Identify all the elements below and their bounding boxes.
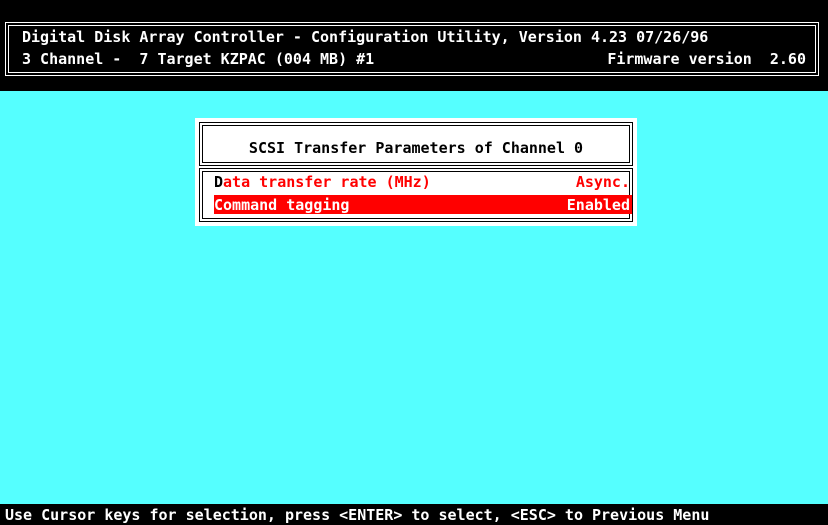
hotkey-letter: C [214, 196, 224, 214]
title-bar: Digital Disk Array Controller - Configur… [0, 0, 828, 91]
dialog-title: SCSI Transfer Parameters of Channel 0 [248, 139, 584, 157]
hotkey-letter: D [214, 173, 224, 191]
menu-item-command-tagging[interactable]: Command tagging Enabled [214, 195, 632, 214]
menu-item-label: Data transfer rate (MHz) [214, 173, 431, 191]
menu-item-data-transfer-rate[interactable]: Data transfer rate (MHz) Async. [214, 172, 632, 191]
menu-item-text: ata transfer rate (MHz) [223, 173, 431, 191]
menu-item-value: Enabled [566, 196, 630, 214]
firmware-version: Firmware version 2.60 [607, 50, 806, 68]
controller-info: 3 Channel - 7 Target KZPAC (004 MB) #1 [22, 50, 375, 68]
menu-item-label: Command tagging [214, 196, 349, 214]
menu-item-value: Async. [575, 173, 630, 191]
menu-item-text: ommand tagging [223, 196, 350, 214]
app-title: Digital Disk Array Controller - Configur… [22, 28, 709, 46]
status-help-text: Use Cursor keys for selection, press <EN… [5, 506, 710, 524]
status-bar: Use Cursor keys for selection, press <EN… [0, 504, 828, 525]
dialog-title-frame: SCSI Transfer Parameters of Channel 0 [199, 122, 633, 166]
